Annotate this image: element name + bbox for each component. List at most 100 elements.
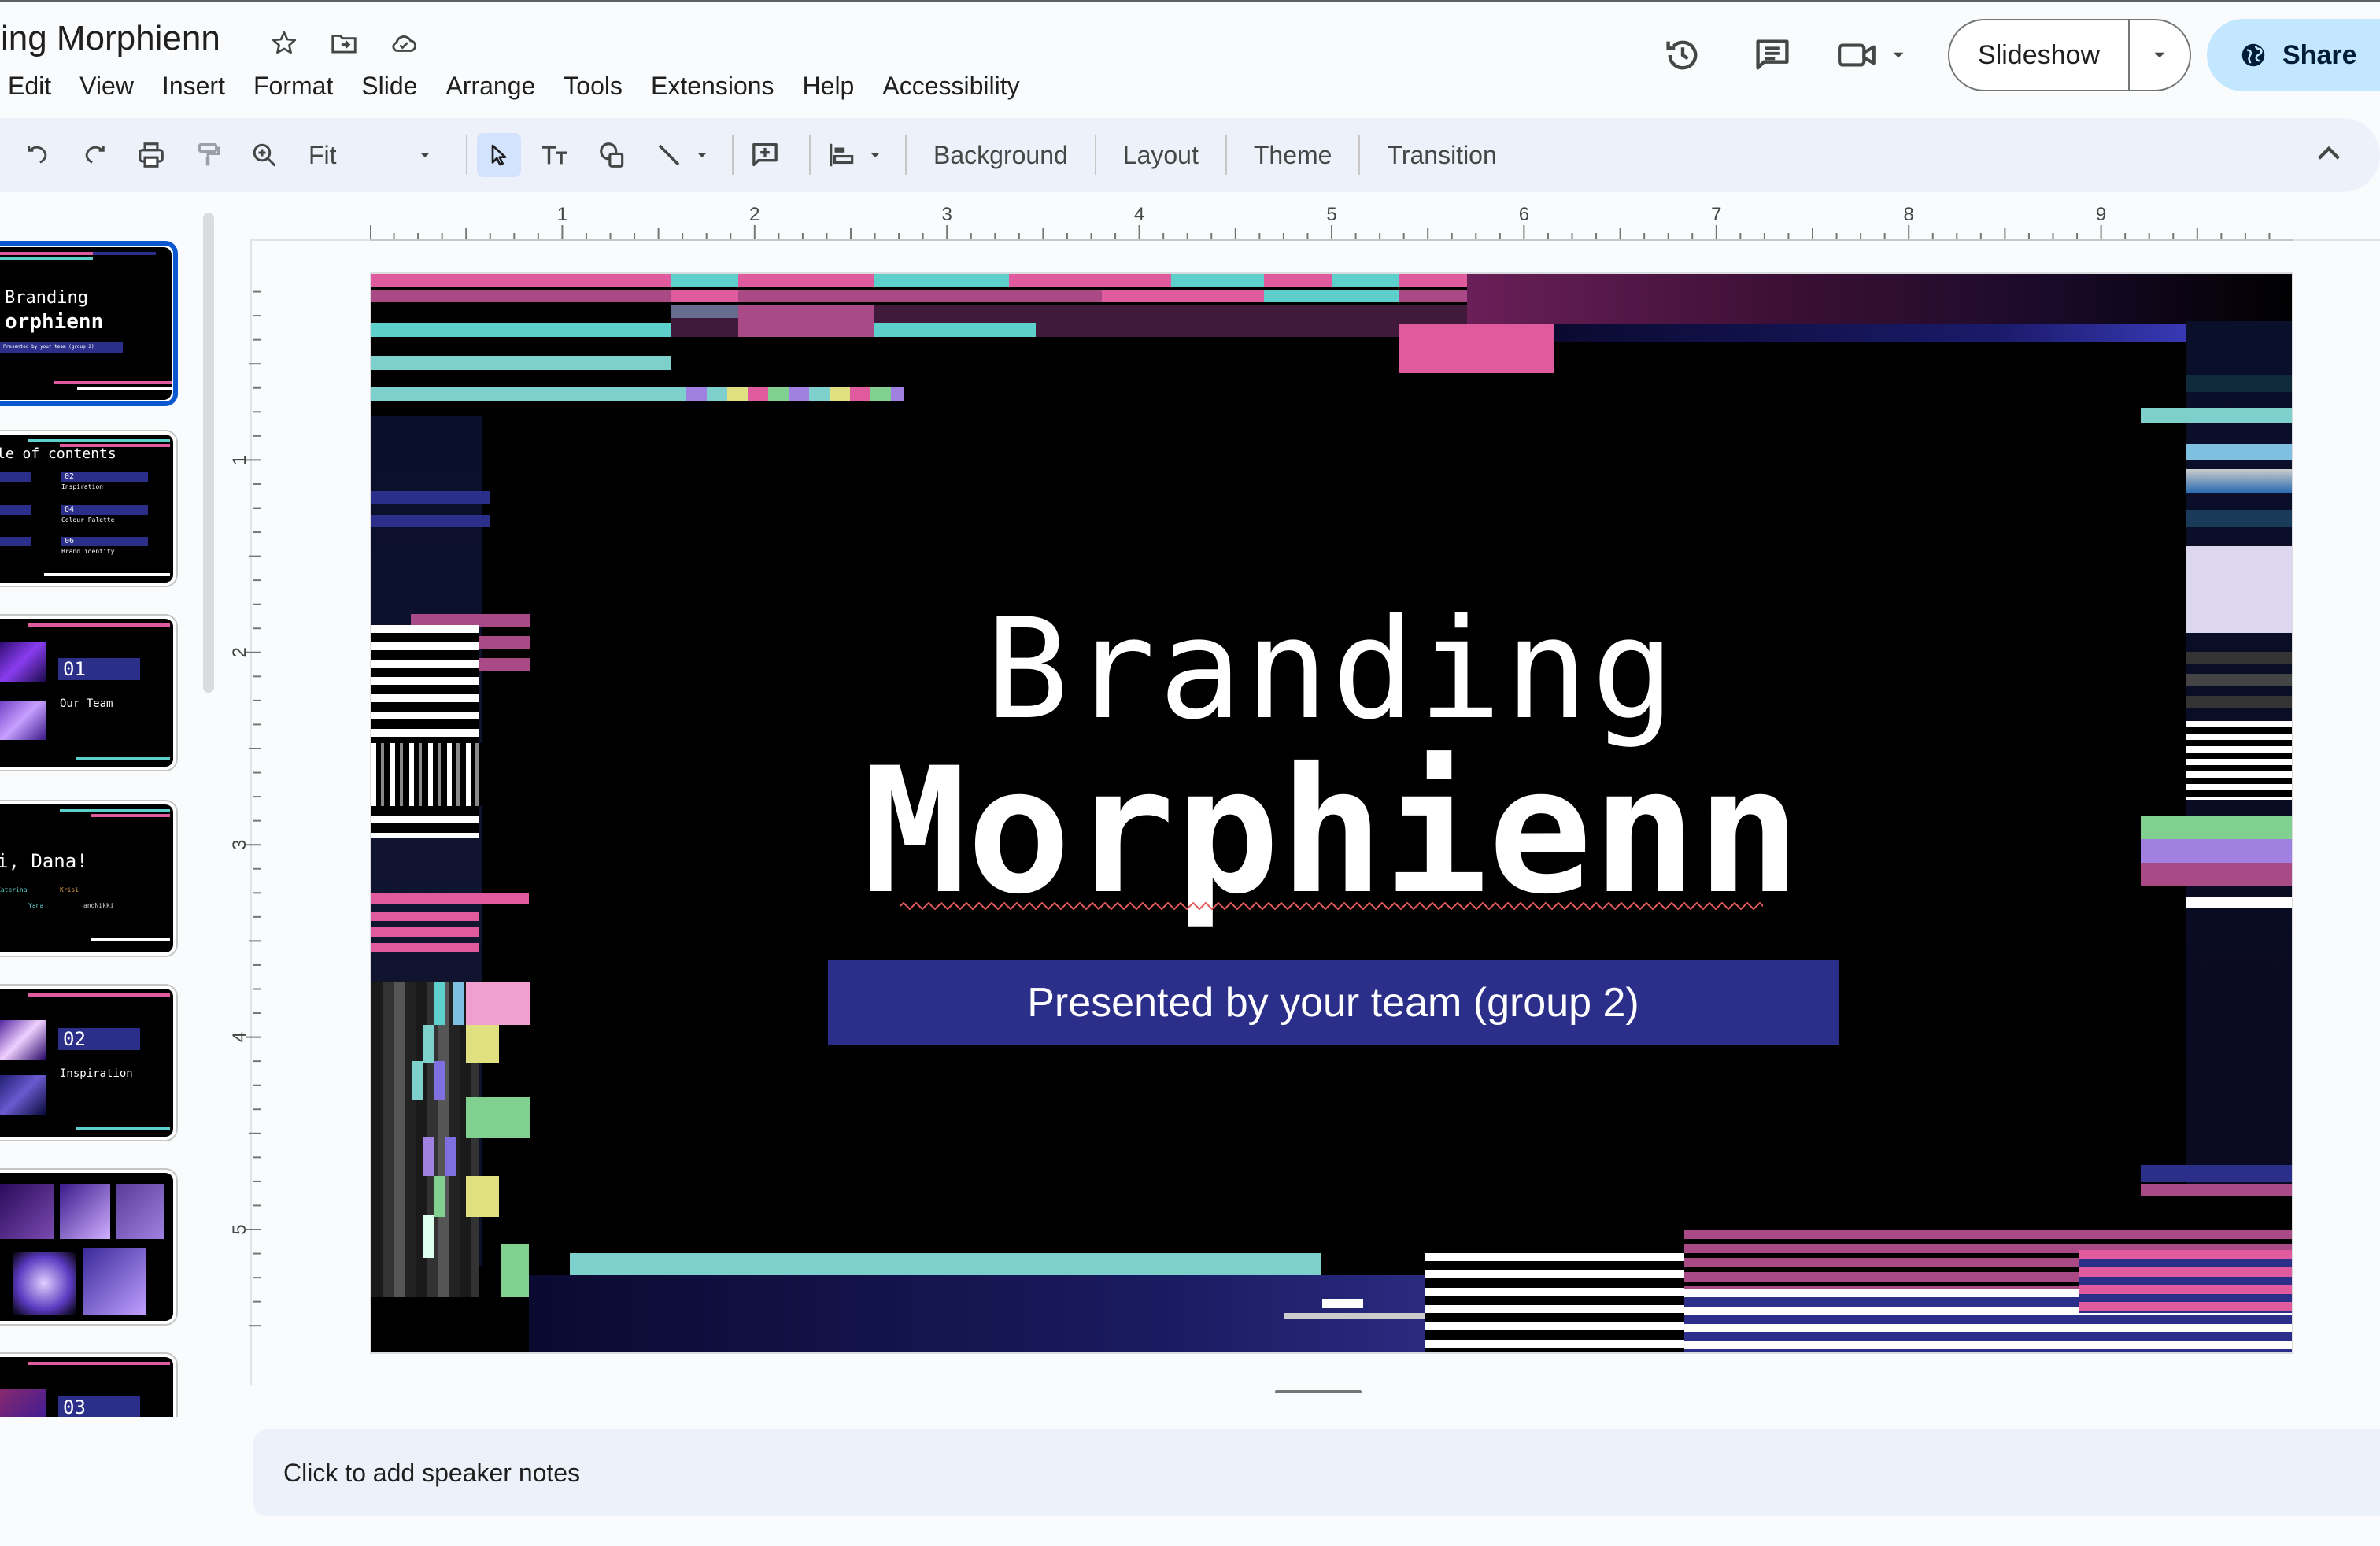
ruler-label: 4 (229, 1032, 250, 1042)
slide-thumbnail-4[interactable]: i, Dana! Katerina Krisi Yana andNikki (0, 800, 178, 957)
share-button[interactable]: Share (2207, 19, 2380, 91)
vertical-ruler[interactable]: 1 2 3 4 5 (225, 268, 261, 1354)
slide-subtitle[interactable]: Presented by your team (group 2) (828, 960, 1839, 1045)
comments-icon[interactable] (1746, 29, 1798, 81)
redo-icon[interactable] (72, 133, 116, 177)
select-tool-icon[interactable] (477, 133, 521, 177)
menu-format[interactable]: Format (239, 66, 347, 105)
move-folder-icon[interactable] (326, 25, 362, 61)
menu-insert[interactable]: Insert (148, 66, 239, 105)
menu-help[interactable]: Help (789, 66, 869, 105)
filmstrip-scrollbar[interactable] (203, 213, 214, 693)
ruler-label: 4 (1134, 205, 1144, 225)
thumbnail-preview: 02 Inspiration (0, 989, 173, 1137)
cloud-saved-icon[interactable] (386, 25, 422, 61)
menu-arrange[interactable]: Arrange (431, 66, 549, 105)
slideshow-button-group: Slideshow (1948, 19, 2191, 91)
speaker-notes-placeholder: Click to add speaker notes (283, 1458, 581, 1487)
toolbar-divider (809, 135, 811, 175)
menu-view[interactable]: View (65, 66, 148, 105)
thumbnail-title: le of contents (0, 446, 116, 462)
thumbnail-subtitle: Presented by your team (group 2) (0, 342, 123, 353)
print-icon[interactable] (129, 133, 173, 177)
line-caret-down-icon[interactable] (693, 146, 711, 165)
layout-button[interactable]: Layout (1106, 141, 1216, 170)
team-name: Krisi (60, 886, 79, 893)
section-number: 03 (58, 1396, 140, 1417)
team-image (0, 701, 46, 740)
ruler-label: 1 (557, 205, 567, 225)
menu-slide[interactable]: Slide (347, 66, 431, 105)
slide-thumbnail-7[interactable]: 03 (0, 1352, 178, 1417)
align-caret-down-icon[interactable] (866, 146, 885, 165)
inspiration-image (0, 1075, 46, 1115)
thumbnail-preview: i, Dana! Katerina Krisi Yana andNikki (0, 804, 173, 952)
star-icon[interactable] (266, 25, 302, 61)
transition-button[interactable]: Transition (1369, 141, 1513, 170)
section-number: 02 (58, 1028, 140, 1050)
slide-thumbnail-5[interactable]: 02 Inspiration (0, 984, 178, 1141)
toc-item-label: Inspiration (61, 483, 103, 490)
speaker-notes[interactable]: Click to add speaker notes (253, 1429, 2380, 1516)
slide-1-editor[interactable]: Branding Morphienn Presented by your tea… (370, 272, 2293, 1354)
menu-extensions[interactable]: Extensions (637, 66, 789, 105)
thumbnail-title-bold: orphienn (5, 310, 104, 334)
notes-resize-handle[interactable] (1275, 1390, 1362, 1393)
ruler-label: 3 (942, 205, 952, 225)
thumbnail-preview: 03 (0, 1357, 173, 1417)
text-box-icon[interactable] (534, 133, 578, 177)
version-history-icon[interactable] (1657, 29, 1709, 81)
share-label: Share (2282, 39, 2357, 70)
thumbnail-title: Branding (5, 288, 88, 308)
slide-title-line1[interactable]: Branding (371, 589, 2292, 750)
horizontal-ruler[interactable]: 1 2 3 4 5 6 7 8 9 (370, 205, 2293, 241)
ruler-label: 3 (229, 840, 250, 850)
toc-item-number: 06 (61, 537, 148, 546)
menu-tools[interactable]: Tools (549, 66, 637, 105)
toolbar-divider (732, 135, 734, 175)
video-camera-icon (1838, 43, 1876, 67)
zoom-select[interactable]: Fit (299, 141, 441, 170)
inspiration-image (0, 1020, 46, 1060)
slideshow-button[interactable]: Slideshow (1949, 20, 2128, 90)
toc-item-number: 02 (61, 472, 148, 482)
slide-thumbnail-1[interactable]: Branding orphienn Presented by your team… (0, 241, 178, 406)
window-top-border (0, 0, 2380, 2)
chevron-down-icon (1893, 52, 1904, 58)
undo-icon[interactable] (16, 133, 60, 177)
section-number: 01 (58, 658, 140, 680)
zoom-value: Fit (309, 140, 337, 169)
ruler-label: 2 (749, 205, 759, 225)
meet-button[interactable] (1836, 37, 1909, 73)
background-button[interactable]: Background (916, 141, 1085, 170)
team-name: Yana (28, 902, 44, 909)
ruler-label: 5 (229, 1224, 250, 1234)
toolbar-divider (1225, 135, 1227, 175)
thumbnail-preview (0, 1173, 173, 1321)
paint-format-icon[interactable] (186, 133, 230, 177)
ruler-label: 9 (2096, 205, 2106, 225)
theme-button[interactable]: Theme (1236, 141, 1350, 170)
caret-down-icon (420, 153, 430, 157)
greeting-title: i, Dana! (0, 850, 88, 872)
toolbar-divider (905, 135, 907, 175)
ruler-label: 1 (229, 455, 250, 465)
slideshow-options-button[interactable] (2128, 20, 2190, 90)
align-icon[interactable] (820, 133, 864, 177)
toolbar-divider (466, 135, 468, 175)
toolbar-divider (1358, 135, 1361, 175)
slide-thumbnail-6[interactable] (0, 1168, 178, 1326)
zoom-icon[interactable] (242, 133, 286, 177)
section-title: Our Team (60, 697, 113, 710)
thumbnail-preview: 01 Our Team (0, 619, 173, 767)
shape-icon[interactable] (590, 133, 634, 177)
slide-filmstrip[interactable]: Branding orphienn Presented by your team… (0, 236, 189, 1417)
insert-comment-icon[interactable] (743, 133, 787, 177)
collapse-menus-icon[interactable] (2309, 134, 2349, 177)
menu-edit[interactable]: Edit (8, 66, 65, 105)
document-title[interactable]: nding Morphienn (0, 19, 220, 58)
line-icon[interactable] (647, 133, 691, 177)
slide-thumbnail-2[interactable]: le of contents 02 Inspiration 04 Colour … (0, 430, 178, 587)
menu-accessibility[interactable]: Accessibility (868, 66, 1033, 105)
slide-thumbnail-3[interactable]: 01 Our Team (0, 614, 178, 771)
